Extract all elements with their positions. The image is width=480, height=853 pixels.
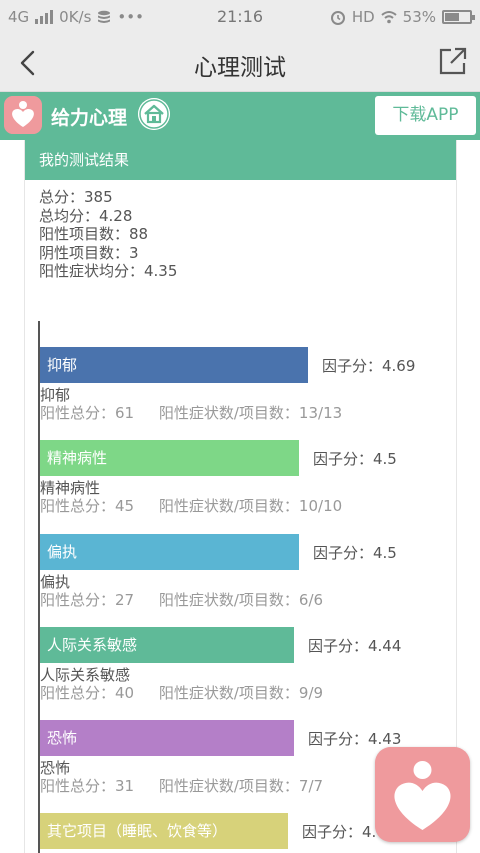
factor-score: 因子分：4.5 — [313, 544, 397, 562]
factor-name: 抑郁 — [40, 386, 71, 404]
factor-positive-ratio: 阳性症状数/项目数：6/6 — [158, 591, 324, 609]
negative-item-count: 阴性项目数：3 — [39, 243, 139, 262]
factor-bar: 人际关系敏感 — [40, 627, 294, 663]
factor-item: 恐怖 因子分：4.43 恐怖 阳性总分：31 阳性症状数/项目数：7/7 — [40, 720, 401, 796]
page-title: 心理测试 — [194, 55, 286, 81]
factor-score: 因子分：4.69 — [322, 357, 416, 375]
download-app-button[interactable]: 下载APP — [375, 96, 476, 135]
brand-bar: 给力心理 下载APP — [0, 92, 480, 140]
factor-bar: 偏执 — [40, 534, 299, 570]
total-score: 总分：385 — [39, 188, 113, 206]
factor-score: 因子分：4.44 — [308, 637, 402, 655]
factor-positive-ratio: 阳性症状数/项目数：13/13 — [158, 404, 343, 422]
brand-name: 给力心理 — [51, 107, 128, 129]
factor-name: 精神病性 — [40, 479, 101, 497]
factor-name: 人际关系敏感 — [40, 666, 131, 684]
result-header: 我的测试结果 — [25, 140, 456, 180]
factor-score: 因子分：4.43 — [308, 730, 402, 748]
factor-item: 偏执 因子分：4.5 偏执 阳性总分：27 阳性症状数/项目数：6/6 — [40, 534, 397, 610]
factor-stats: 阳性总分：61 阳性症状数/项目数：13/13 — [40, 404, 342, 423]
floating-app-button[interactable] — [375, 747, 470, 842]
nav-bar: 心理测试 — [0, 34, 480, 92]
battery-percent: 53% — [402, 8, 436, 26]
factor-item: 人际关系敏感 因子分：4.44 人际关系敏感 阳性总分：40 阳性症状数/项目数… — [40, 627, 401, 703]
home-icon[interactable] — [138, 98, 170, 130]
factor-positive-ratio: 阳性症状数/项目数：9/9 — [158, 684, 324, 702]
factor-stats: 阳性总分：40 阳性症状数/项目数：9/9 — [40, 684, 323, 703]
factor-item: 抑郁 因子分：4.69 抑郁 阳性总分：61 阳性症状数/项目数：13/13 — [40, 347, 415, 423]
factor-score: 因子分：4.5 — [313, 450, 397, 468]
factor-stats: 阳性总分：27 阳性症状数/项目数：6/6 — [40, 591, 323, 610]
factor-positive-total: 阳性总分：61 — [40, 404, 135, 422]
factor-positive-ratio: 阳性症状数/项目数：7/7 — [158, 777, 324, 795]
factor-positive-total: 阳性总分：27 — [40, 591, 135, 609]
alarm-icon — [330, 11, 345, 25]
battery-icon — [442, 10, 475, 24]
result-summary: 总分：385 总均分：4.28 阳性项目数：88 阴性项目数：3 阳性症状均分：… — [25, 180, 456, 281]
factor-item: 精神病性 因子分：4.5 精神病性 阳性总分：45 阳性症状数/项目数：10/1… — [40, 440, 397, 516]
factor-positive-total: 阳性总分：40 — [40, 684, 135, 702]
factor-bar: 精神病性 — [40, 440, 299, 476]
factor-positive-total: 阳性总分：31 — [40, 777, 135, 795]
factor-bar: 恐怖 — [40, 720, 294, 756]
app-logo — [4, 96, 42, 134]
factor-bar: 抑郁 — [40, 347, 308, 383]
factor-item: 其它项目（睡眠、饮食等） 因子分：4. — [40, 813, 376, 849]
hd-indicator: HD — [351, 8, 375, 26]
factor-positive-total: 阳性总分：45 — [40, 497, 135, 515]
share-icon[interactable] — [438, 46, 468, 76]
factor-stats: 阳性总分：31 阳性症状数/项目数：7/7 — [40, 777, 323, 796]
factor-name: 恐怖 — [40, 759, 71, 777]
factor-stats: 阳性总分：45 阳性症状数/项目数：10/10 — [40, 497, 342, 516]
factor-name: 偏执 — [40, 573, 71, 591]
positive-symptom-average: 阳性症状均分：4.35 — [39, 262, 178, 281]
status-bar: 4G 0K/s ••• 21:16 HD 53% — [0, 0, 480, 34]
factor-positive-ratio: 阳性症状数/项目数：10/10 — [158, 497, 343, 515]
average-score: 总均分：4.28 — [39, 206, 133, 225]
factor-score: 因子分：4. — [302, 823, 377, 841]
factor-bar: 其它项目（睡眠、饮食等） — [40, 813, 288, 849]
wifi-icon — [381, 11, 397, 24]
positive-item-count: 阳性项目数：88 — [39, 225, 149, 244]
